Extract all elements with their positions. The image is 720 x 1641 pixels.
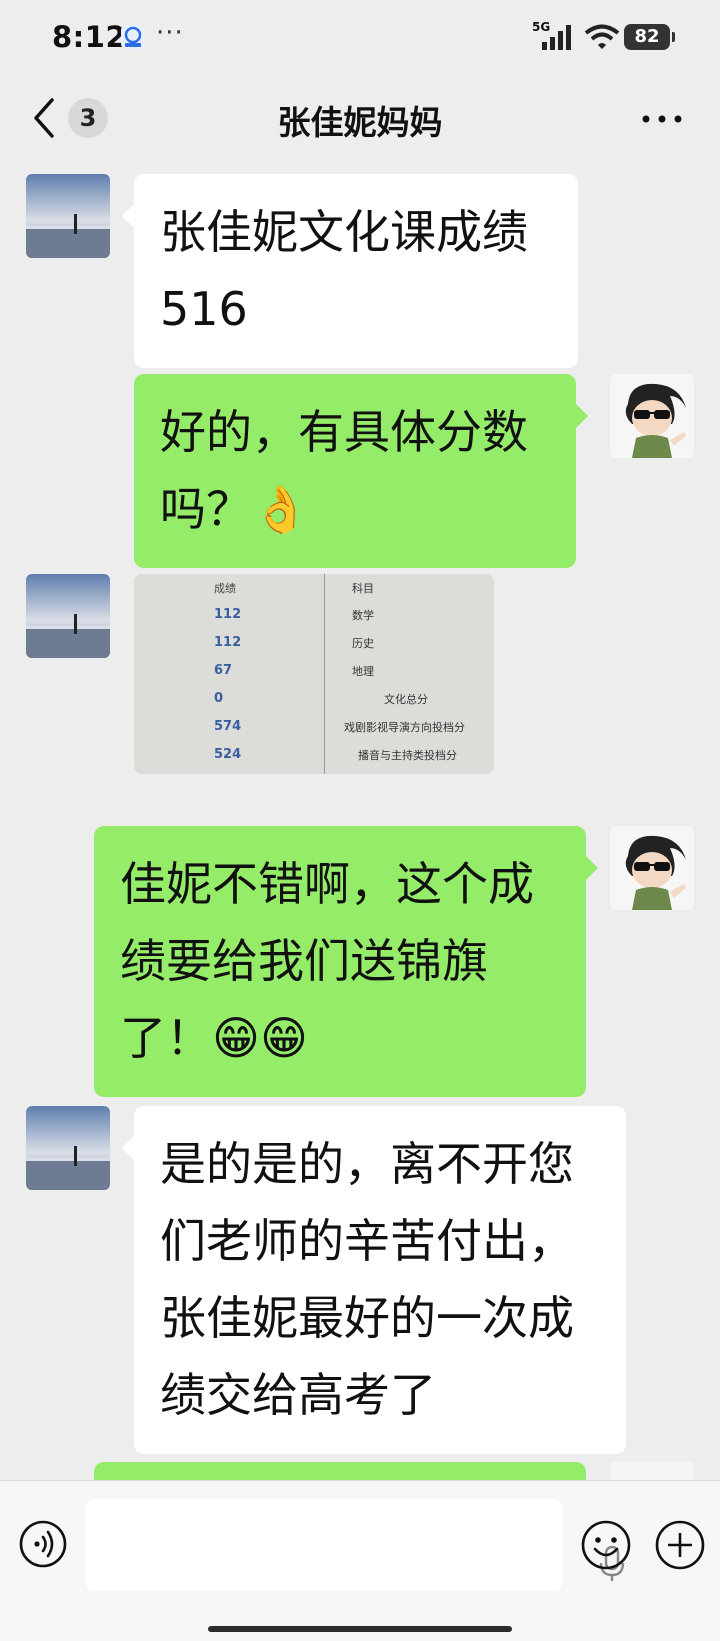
- message-text: 张佳妮文化课成绩516: [160, 205, 528, 336]
- message-bubble[interactable]: 是的是的，离不开您们老师的辛苦付出，张佳妮最好的一次成绩交给高考了: [122, 1106, 626, 1454]
- message-bubble-self[interactable]: 好的，有具体分数吗？👌: [134, 374, 588, 568]
- emoji-icon[interactable]: [580, 1519, 632, 1571]
- sea-landscape-image: [26, 574, 110, 658]
- message-list[interactable]: 张佳妮文化课成绩516 好的，有具体分数吗？👌 成绩 科目 112 数学 112…: [0, 164, 720, 1480]
- wifi-icon: [584, 24, 620, 49]
- self-avatar[interactable]: [610, 374, 694, 458]
- subject-header: 科目: [352, 582, 374, 595]
- status-bar: 8:12 ··· 5G 82: [0, 0, 720, 78]
- clock: 8:12: [52, 20, 127, 54]
- more-notifications: ···: [156, 18, 184, 48]
- app-notification-icon: [121, 25, 145, 49]
- score-screenshot-image[interactable]: 成绩 科目 112 数学 112 历史 67 地理 0 文化总分 574 戏剧影…: [134, 574, 494, 774]
- more-options-icon[interactable]: [640, 104, 684, 134]
- message-bubble-self-partial[interactable]: [94, 1462, 586, 1480]
- contact-avatar[interactable]: [26, 174, 110, 258]
- sea-landscape-image: [26, 1106, 110, 1190]
- signal-icon: [542, 25, 571, 50]
- subject-name: 历史: [352, 637, 374, 650]
- score-value: 574: [214, 719, 242, 734]
- table-row: 574 戏剧影视导演方向投档分: [134, 719, 494, 746]
- message-bubble[interactable]: 张佳妮文化课成绩516: [122, 174, 578, 368]
- self-avatar[interactable]: [610, 1462, 694, 1480]
- table-row: 112 数学: [134, 607, 494, 634]
- table-header-row: 成绩 科目: [134, 580, 494, 607]
- message-text: 佳妮不错啊，这个成绩要给我们送锦旗了！😁😁: [120, 857, 534, 1065]
- sea-landscape-image: [26, 174, 110, 258]
- table-row: 112 历史: [134, 635, 494, 662]
- score-value: 112: [214, 635, 242, 650]
- battery-icon: 82: [624, 24, 675, 50]
- message-text: 是的是的，离不开您们老师的辛苦付出，张佳妮最好的一次成绩交给高考了: [160, 1137, 574, 1422]
- self-avatar[interactable]: [610, 826, 694, 910]
- subject-name: 戏剧影视导演方向投档分: [344, 721, 465, 734]
- cartoon-avatar-image: [610, 374, 694, 458]
- home-indicator[interactable]: [208, 1626, 512, 1632]
- cartoon-avatar-image: [610, 826, 694, 910]
- input-bar: [0, 1480, 720, 1641]
- contact-avatar[interactable]: [26, 574, 110, 658]
- table-row: 67 地理: [134, 663, 494, 690]
- score-header: 成绩: [214, 582, 236, 595]
- message-input[interactable]: [86, 1499, 625, 1591]
- subject-name: 文化总分: [384, 693, 428, 706]
- subject-name: 地理: [352, 665, 374, 678]
- chat-title: 张佳妮妈妈: [277, 103, 443, 142]
- contact-avatar[interactable]: [26, 1106, 110, 1190]
- voice-input-icon[interactable]: [18, 1519, 68, 1569]
- table-row: 0 文化总分: [134, 691, 494, 718]
- add-attachment-icon[interactable]: [654, 1519, 706, 1571]
- score-value: 67: [214, 663, 233, 678]
- table-row: 524 播音与主持类投档分: [134, 747, 494, 774]
- chat-header: 3 张佳妮妈妈: [0, 78, 720, 164]
- score-value: 0: [214, 691, 224, 706]
- score-value: 112: [214, 607, 242, 622]
- score-value: 524: [214, 747, 242, 762]
- message-bubble-self[interactable]: 佳妮不错啊，这个成绩要给我们送锦旗了！😁😁: [94, 826, 598, 1097]
- subject-name: 播音与主持类投档分: [358, 749, 457, 762]
- message-text: 好的，有具体分数吗？👌: [160, 405, 528, 536]
- subject-name: 数学: [352, 609, 374, 622]
